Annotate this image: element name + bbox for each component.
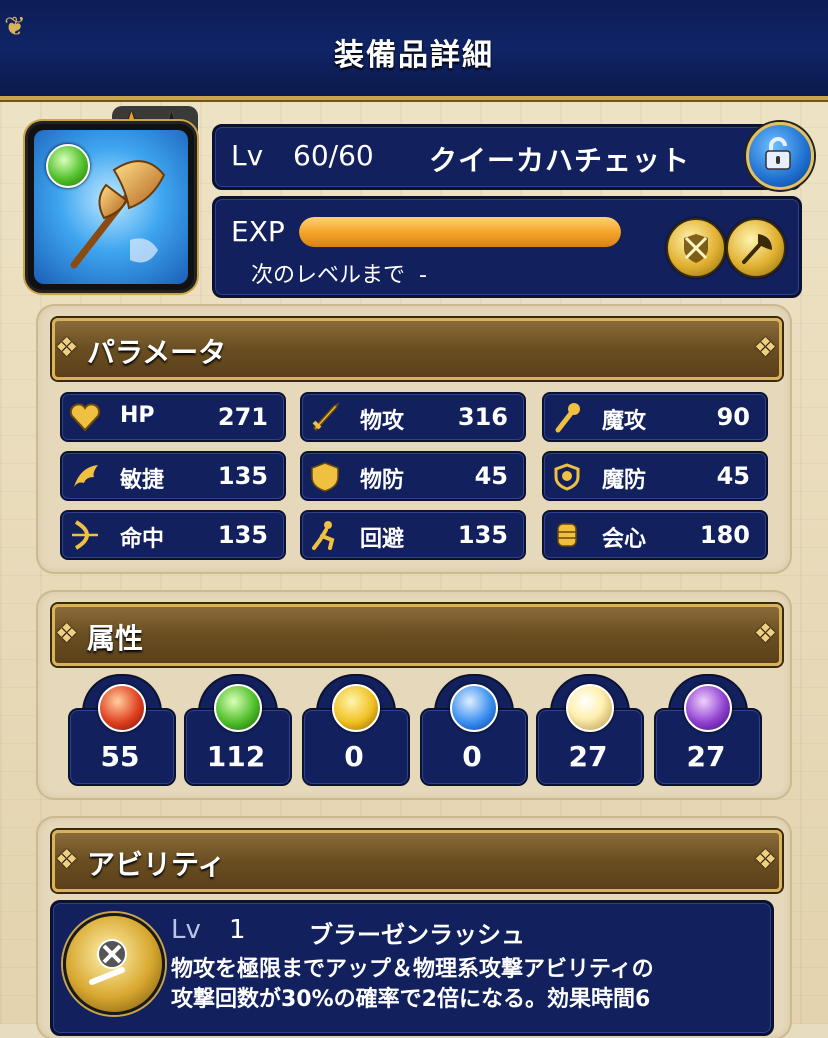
stat-evasion: 回避 135 [300, 510, 526, 560]
magic-shield-icon [554, 463, 580, 491]
wand-icon [555, 403, 580, 433]
unlock-icon [765, 137, 791, 170]
fist-icon [557, 523, 577, 547]
stat-label: 敏捷 [120, 468, 165, 493]
stat-magic-defense: 魔防 45 [542, 451, 768, 501]
flourish-right-icon: ❖ [753, 619, 777, 649]
stat-label: 物防 [360, 468, 405, 493]
element-thunder: 0 [302, 674, 410, 786]
stat-value: 316 [457, 403, 508, 431]
element-ice: 0 [420, 674, 528, 786]
heart-icon [69, 403, 101, 432]
stat-physical-attack: 物攻 316 [300, 392, 526, 442]
element-wind: 112 [184, 674, 292, 786]
level-label: Lv [231, 139, 264, 172]
stat-label: 命中 [120, 527, 165, 552]
stat-critical: 会心 180 [542, 510, 768, 560]
stat-label: 物攻 [360, 409, 405, 434]
element-value: 55 [100, 740, 140, 773]
stat-hp: HP 271 [60, 392, 286, 442]
parameters-header: ❖ パラメータ ❖ [52, 318, 782, 380]
stat-accuracy: 命中 135 [60, 510, 286, 560]
stat-value: 135 [217, 521, 268, 549]
stat-label: 会心 [602, 527, 647, 552]
wing-icon [74, 465, 98, 487]
stat-label: 魔防 [602, 468, 647, 493]
element-value: 0 [344, 740, 364, 773]
shield-icon [311, 462, 339, 492]
stat-value: 45 [474, 462, 508, 490]
flourish-right-icon: ❖ [753, 333, 777, 363]
level-name-panel: Lv 60/60 クイーカハチェット [212, 124, 802, 190]
stat-value: 271 [217, 403, 268, 431]
crossed-swords-icon [89, 939, 127, 985]
ability-entry[interactable]: Lv 1 ブラーゼンラッシュ 物攻を極限までアップ＆物理系攻撃アビリティの 攻撃… [50, 900, 774, 1036]
fire-orb-icon [98, 684, 146, 732]
parameters-title: パラメータ [87, 336, 227, 369]
stat-physical-defense: 物防 45 [300, 451, 526, 501]
flourish-left-icon: ❖ [55, 333, 79, 363]
ability-icon [63, 913, 165, 1015]
wind-orb-icon [214, 684, 262, 732]
stat-label: 魔攻 [602, 409, 647, 434]
ability-name: ブラーゼンラッシュ [309, 921, 525, 949]
element-light: 27 [536, 674, 644, 786]
next-level-label: 次のレベルまで - [251, 263, 427, 288]
exp-progress-fill [299, 217, 621, 247]
axe-icon [726, 218, 786, 278]
wind-element-badge-icon [46, 144, 90, 188]
element-dark: 27 [654, 674, 762, 786]
page-title: 装備品詳細 [334, 38, 494, 73]
stat-value: 135 [217, 462, 268, 490]
stat-label: 回避 [360, 527, 405, 552]
sword-icon [312, 402, 340, 432]
stat-value: 135 [457, 521, 508, 549]
stat-value: 90 [716, 403, 750, 431]
ability-title: アビリティ [87, 848, 226, 881]
equipment-name: クイーカハチェット [429, 144, 691, 177]
stat-label: HP [120, 403, 155, 428]
element-value: 0 [462, 740, 482, 773]
attributes-title: 属性 [87, 622, 144, 655]
shield-axe-icon [666, 218, 726, 278]
ability-level-label: Lv [171, 915, 201, 945]
stat-agility: 敏捷 135 [60, 451, 286, 501]
ability-description: 物攻を極限までアップ＆物理系攻撃アビリティの 攻撃回数が30%の確率で2倍になる… [171, 955, 761, 1015]
dark-orb-icon [684, 684, 732, 732]
lock-button[interactable] [746, 122, 814, 190]
flourish-left-icon: ❖ [55, 619, 79, 649]
ability-header: ❖ アビリティ ❖ [52, 830, 782, 892]
element-fire: 55 [68, 674, 176, 786]
header-bar: ❦ 装備品詳細 [0, 0, 828, 100]
equipment-icon[interactable] [28, 124, 194, 290]
stat-magic-attack: 魔攻 90 [542, 392, 768, 442]
thunder-orb-icon [332, 684, 380, 732]
element-value: 27 [686, 740, 726, 773]
flourish-left-icon: ❖ [55, 845, 79, 875]
light-orb-icon [566, 684, 614, 732]
stat-value: 180 [699, 521, 750, 549]
element-value: 27 [568, 740, 608, 773]
attributes-header: ❖ 属性 ❖ [52, 604, 782, 666]
level-value: 60/60 [293, 139, 374, 172]
dodge-icon [312, 521, 335, 550]
equipment-portrait [34, 130, 188, 284]
ice-orb-icon [450, 684, 498, 732]
exp-progress-bar [299, 217, 621, 247]
element-value: 112 [206, 740, 266, 773]
ability-level-value: 1 [229, 915, 246, 945]
ability-description-line: 物攻を極限までアップ＆物理系攻撃アビリティの [171, 957, 654, 982]
ability-description-line: 攻撃回数が30%の確率で2倍になる。効果時間6 [171, 987, 651, 1012]
stat-value: 45 [716, 462, 750, 490]
next-level-value: - [419, 263, 427, 288]
bow-icon [72, 520, 98, 550]
exp-label: EXP [231, 215, 285, 248]
flourish-right-icon: ❖ [753, 845, 777, 875]
